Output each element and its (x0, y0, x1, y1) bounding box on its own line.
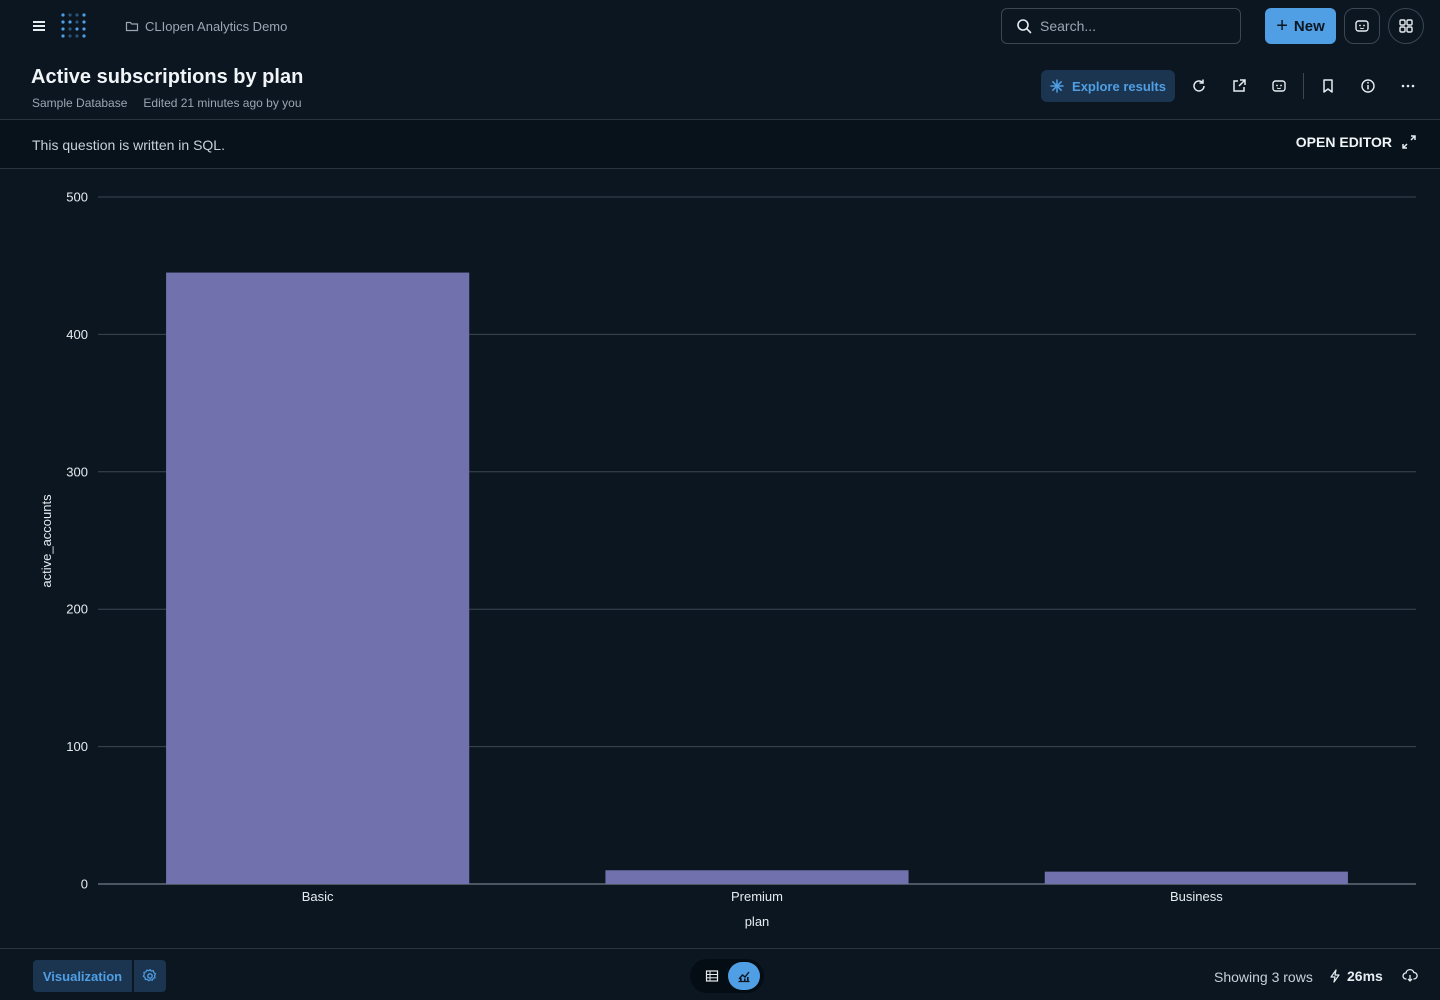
bar-chart: 0 100 200 300 400 500 Basic Premium Business ac… (39, 190, 1416, 929)
search-input[interactable] (1040, 18, 1220, 34)
apps-button[interactable] (1388, 8, 1424, 44)
bookmark-button[interactable] (1316, 74, 1340, 98)
view-toggle (690, 959, 764, 993)
sparkle-icon (1050, 79, 1064, 93)
chat-bot-icon (1272, 80, 1286, 92)
x-tick-label: Business (1170, 889, 1223, 904)
query-timing: 26ms (1329, 968, 1383, 984)
share-button[interactable] (1227, 74, 1251, 98)
chart-area: 0 100 200 300 400 500 Basic Premium Business ac… (0, 170, 1440, 948)
gear-icon (142, 968, 157, 982)
ellipsis-icon (1401, 84, 1415, 88)
refresh-button[interactable] (1187, 74, 1211, 98)
row-count: Showing 3 rows (1214, 969, 1313, 985)
x-tick-label: Basic (302, 889, 334, 904)
metabot-question-button[interactable] (1267, 74, 1291, 98)
database-link[interactable]: Sample Database (32, 96, 127, 110)
grid-icon (1399, 19, 1413, 33)
y-tick-label: 200 (66, 602, 88, 617)
search-icon (1017, 19, 1032, 34)
table-icon (705, 970, 719, 982)
page-title[interactable]: Active subscriptions by plan (31, 66, 303, 89)
y-axis-ticks: 0 100 200 300 400 500 (66, 190, 88, 892)
folder-icon (125, 21, 139, 32)
y-tick-label: 100 (66, 739, 88, 754)
explore-results-label: Explore results (1072, 78, 1166, 94)
new-button[interactable]: + New (1265, 8, 1336, 44)
cloud-download-icon (1402, 968, 1418, 982)
sidebar-toggle-icon[interactable] (30, 17, 48, 35)
info-button[interactable] (1356, 74, 1380, 98)
visualization-settings-button[interactable] (134, 960, 166, 992)
open-editor-label: OPEN EDITOR (1295, 134, 1392, 150)
visualization-button[interactable]: Visualization (33, 960, 132, 992)
y-tick-label: 500 (66, 190, 88, 205)
download-results-button[interactable] (1400, 965, 1420, 985)
bookmark-icon (1323, 79, 1333, 93)
explore-results-button[interactable]: Explore results (1041, 70, 1175, 102)
plus-icon: + (1276, 15, 1288, 37)
lightning-icon (1330, 969, 1340, 983)
chart-view-button[interactable] (728, 962, 760, 990)
y-tick-label: 400 (66, 327, 88, 342)
query-timing-value: 26ms (1347, 968, 1383, 984)
sql-notice-banner: This question is written in SQL. OPEN ED… (0, 119, 1440, 169)
table-view-button[interactable] (696, 962, 728, 990)
refresh-icon (1193, 79, 1205, 92)
sql-notice-text: This question is written in SQL. (32, 137, 225, 153)
question-meta: Sample Database Edited 21 minutes ago by… (32, 96, 302, 110)
open-editor-button[interactable]: OPEN EDITOR (1296, 134, 1416, 150)
search-box[interactable] (1001, 8, 1241, 44)
app-logo-icon[interactable] (60, 12, 90, 40)
bar-business[interactable] (1044, 871, 1348, 884)
bar-premium[interactable] (605, 870, 909, 884)
expand-icon (1402, 135, 1416, 149)
x-tick-label: Premium (731, 889, 783, 904)
breadcrumb-label: CLIopen Analytics Demo (145, 18, 288, 34)
y-tick-label: 300 (66, 464, 88, 479)
footer-bar: Visualization Showing 3 rows 26ms (0, 948, 1440, 1000)
chat-bot-icon (1355, 20, 1369, 32)
x-axis-ticks: Basic Premium Business (302, 889, 1223, 904)
metabot-button[interactable] (1344, 8, 1380, 44)
bar-basic[interactable] (166, 272, 470, 884)
x-axis-label: plan (745, 914, 770, 929)
y-tick-label: 0 (81, 877, 88, 892)
info-icon (1361, 79, 1375, 93)
edited-info[interactable]: Edited 21 minutes ago by you (143, 96, 301, 110)
y-axis-label: active_accounts (39, 494, 54, 588)
new-button-label: New (1293, 17, 1325, 35)
collection-breadcrumb[interactable]: CLIopen Analytics Demo (125, 17, 287, 35)
more-options-button[interactable] (1396, 74, 1420, 98)
top-navigation-bar: CLIopen Analytics Demo + New (0, 0, 1440, 52)
share-icon (1233, 79, 1246, 92)
bars (166, 272, 1348, 884)
chart-icon (738, 971, 750, 983)
toolbar-divider (1303, 73, 1304, 99)
